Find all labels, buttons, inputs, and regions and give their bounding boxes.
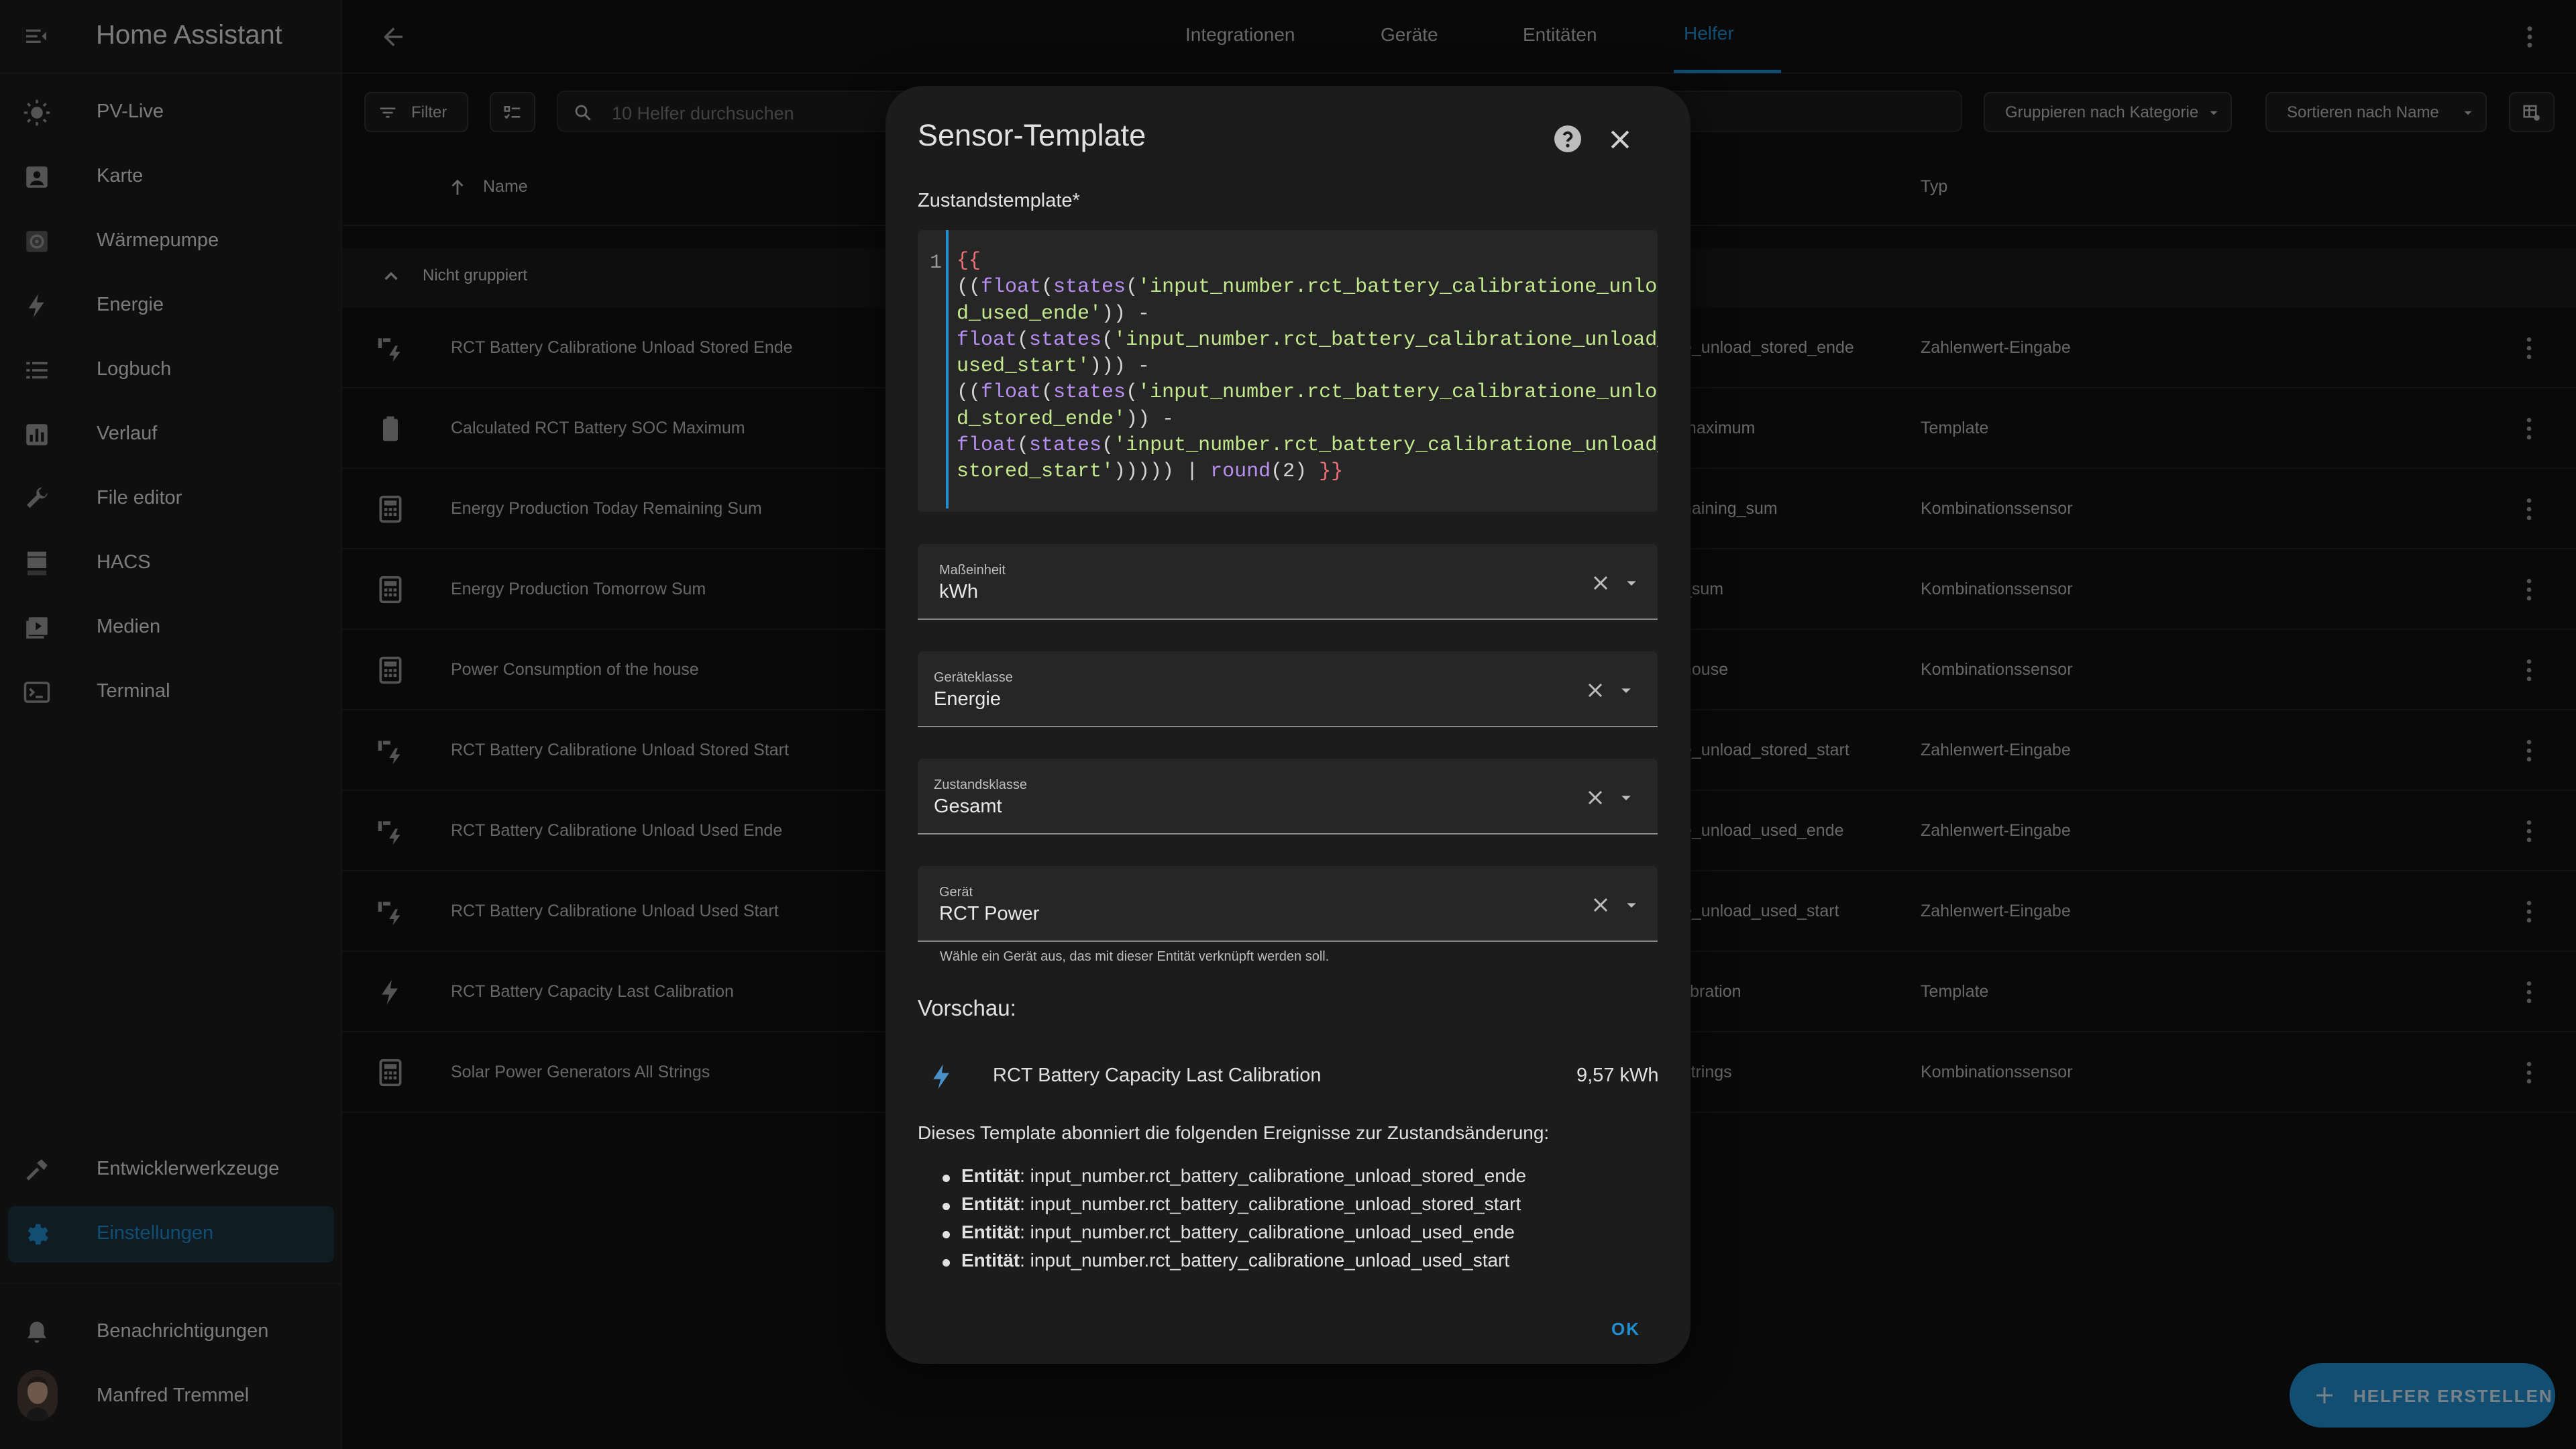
- entity-prefix: Entität: [961, 1165, 1020, 1186]
- entity-id: input_number.rct_battery_calibratione_un…: [1030, 1193, 1521, 1214]
- list-item: Entität: input_number.rct_battery_calibr…: [943, 1250, 1526, 1278]
- preview-title: Vorschau:: [918, 996, 1016, 1020]
- preview-entity-value: 9,57 kWh: [1576, 1065, 1659, 1086]
- template-label: Zustandstemplate*: [918, 190, 1080, 211]
- help-icon[interactable]: [1552, 123, 1584, 155]
- entity-prefix: Entität: [961, 1250, 1020, 1271]
- subscribed-entities-list: Entität: input_number.rct_battery_calibr…: [943, 1165, 1526, 1278]
- entity-id: input_number.rct_battery_calibratione_un…: [1030, 1222, 1515, 1242]
- state-class-label: Zustandsklasse: [934, 777, 1027, 792]
- state-class-value: Gesamt: [934, 796, 1002, 817]
- close-icon[interactable]: [1605, 125, 1635, 154]
- list-item: Entität: input_number.rct_battery_calibr…: [943, 1165, 1526, 1193]
- unit-field[interactable]: Maßeinheit kWh: [918, 544, 1658, 620]
- unit-field-value: kWh: [939, 581, 978, 602]
- template-code-editor[interactable]: 1 {{ ((float(states('input_number.rct_ba…: [918, 230, 1658, 512]
- clear-icon[interactable]: [1589, 893, 1613, 917]
- line-number-gutter: 1: [918, 230, 945, 512]
- device-class-field[interactable]: Geräteklasse Energie: [918, 651, 1658, 727]
- dropdown-arrow-icon[interactable]: [1621, 572, 1642, 594]
- list-item: Entität: input_number.rct_battery_calibr…: [943, 1193, 1526, 1222]
- entity-id: input_number.rct_battery_calibratione_un…: [1030, 1250, 1510, 1271]
- dropdown-arrow-icon[interactable]: [1615, 787, 1637, 808]
- entity-prefix: Entität: [961, 1222, 1020, 1242]
- entity-prefix: Entität: [961, 1193, 1020, 1214]
- line-number: 1: [930, 252, 943, 274]
- device-field-label: Gerät: [939, 885, 973, 900]
- state-class-field[interactable]: Zustandsklasse Gesamt: [918, 759, 1658, 835]
- dialog-title: Sensor-Template: [918, 118, 1146, 152]
- list-item: Entität: input_number.rct_battery_calibr…: [943, 1222, 1526, 1250]
- home-assistant-app: Home Assistant PV-Live Karte Wärmepumpe …: [0, 0, 2576, 1449]
- cursor-line-marker: [946, 230, 949, 508]
- device-class-value: Energie: [934, 688, 1001, 710]
- ok-button[interactable]: OK: [1611, 1319, 1640, 1340]
- sensor-template-dialog: Sensor-Template Zustandstemplate* 1 {{ (…: [885, 86, 1690, 1364]
- preview-entity-name: RCT Battery Capacity Last Calibration: [993, 1065, 1322, 1086]
- device-field-value: RCT Power: [939, 903, 1040, 924]
- lightning-icon: [927, 1062, 957, 1091]
- entity-id: input_number.rct_battery_calibratione_un…: [1030, 1165, 1527, 1186]
- clear-icon[interactable]: [1583, 786, 1607, 810]
- device-field[interactable]: Gerät RCT Power: [918, 866, 1658, 942]
- subscription-description: Dieses Template abonniert die folgenden …: [918, 1122, 1550, 1143]
- device-field-hint: Wähle ein Gerät aus, das mit dieser Enti…: [940, 949, 1330, 964]
- device-class-label: Geräteklasse: [934, 670, 1013, 685]
- clear-icon[interactable]: [1583, 678, 1607, 702]
- clear-icon[interactable]: [1589, 571, 1613, 595]
- template-code: {{ ((float(states('input_number.rct_batt…: [957, 250, 1658, 484]
- dropdown-arrow-icon[interactable]: [1621, 894, 1642, 916]
- dropdown-arrow-icon[interactable]: [1615, 680, 1637, 701]
- unit-field-label: Maßeinheit: [939, 563, 1006, 578]
